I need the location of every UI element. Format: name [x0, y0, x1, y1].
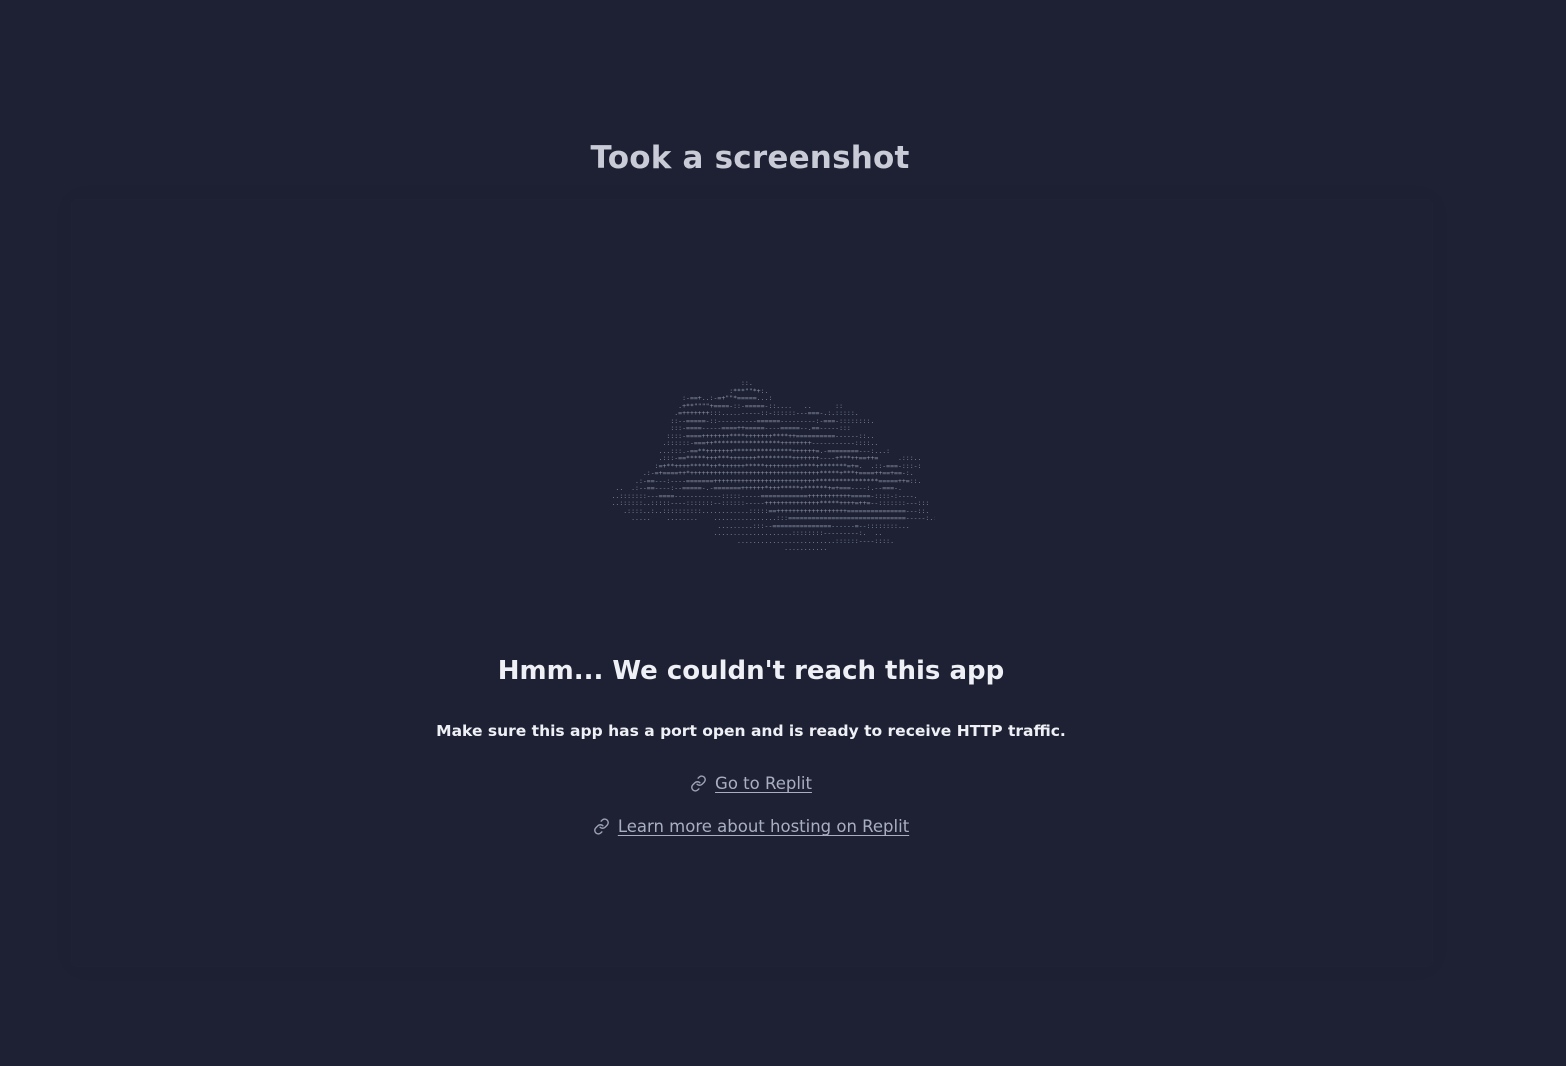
link-icon	[690, 775, 707, 792]
link-icon	[593, 818, 610, 835]
error-title: Hmm... We couldn't reach this app	[497, 656, 1005, 686]
learn-more-row: Learn more about hosting on Replit	[0, 817, 1502, 836]
go-to-replit-link[interactable]: Go to Replit	[715, 774, 812, 793]
go-to-replit-row: Go to Replit	[0, 774, 1502, 793]
app-preview-frame	[72, 200, 1432, 966]
ascii-cloud-illustration: ::. :***""*+:. :-==+..:-=+""*=====...: .…	[611, 380, 935, 552]
screenshot-caption: Took a screenshot	[590, 140, 910, 176]
learn-more-hosting-link[interactable]: Learn more about hosting on Replit	[618, 817, 909, 836]
error-message: Make sure this app has a port open and i…	[436, 722, 1066, 740]
screenshot-view: Took a screenshot ::. :***""*+:. :-==+..…	[0, 0, 1566, 1066]
